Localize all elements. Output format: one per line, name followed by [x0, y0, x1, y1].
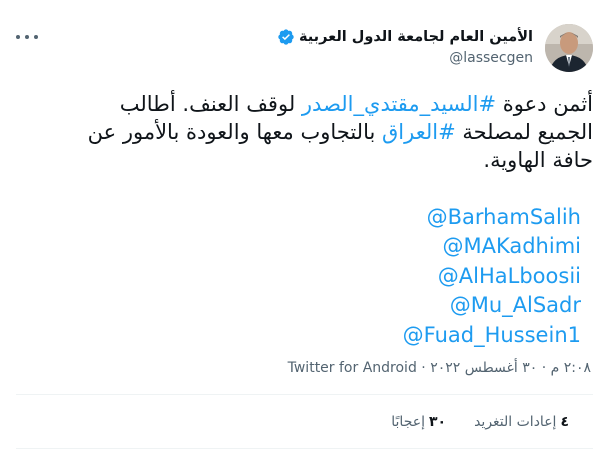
- mention-link[interactable]: @BarhamSalih: [403, 203, 581, 232]
- mention-link[interactable]: @Mu_AlSadr: [403, 291, 581, 320]
- avatar[interactable]: [545, 24, 593, 72]
- hashtag-link[interactable]: #العراق: [382, 120, 456, 144]
- mention-link[interactable]: @Fuad_Hussein1: [403, 321, 581, 350]
- mention-link[interactable]: @AlHaLboosii: [403, 262, 581, 291]
- divider: [16, 394, 593, 395]
- retweets-stat[interactable]: ٤إعادات التغريد: [474, 414, 569, 430]
- retweets-label: إعادات التغريد: [474, 414, 557, 430]
- likes-count: ٣٠: [428, 414, 447, 430]
- hashtag-link[interactable]: #السيد_مقتدي_الصدر: [302, 92, 496, 116]
- author-handle[interactable]: @lassecgen: [277, 50, 533, 66]
- retweets-count: ٤: [560, 414, 569, 430]
- tweet-header: الأمين العام لجامعة الدول العربية @lasse…: [277, 24, 593, 74]
- author-names: الأمين العام لجامعة الدول العربية @lasse…: [277, 24, 533, 66]
- likes-label: إعجابًا: [391, 414, 425, 430]
- tweet-text-part: أثمن دعوة: [496, 92, 593, 116]
- mention-link[interactable]: @MAKadhimi: [403, 232, 581, 261]
- verified-badge-icon: [277, 28, 295, 46]
- tweet-timestamp[interactable]: ٢:٠٨ م · ٣٠ أغسطس ٢٠٢٢ ·: [417, 360, 591, 376]
- tweet-stats: ٤إعادات التغريد ٣٠إعجابًا: [391, 414, 569, 430]
- tweet-source[interactable]: Twitter for Android: [288, 360, 417, 376]
- more-options-icon[interactable]: [16, 28, 38, 46]
- tweet-text: أثمن دعوة #السيد_مقتدي_الصدر لوقف العنف.…: [60, 90, 593, 174]
- tweet-meta: ٢:٠٨ م · ٣٠ أغسطس ٢٠٢٢ · Twitter for And…: [288, 360, 591, 376]
- likes-stat[interactable]: ٣٠إعجابًا: [391, 414, 446, 430]
- display-name[interactable]: الأمين العام لجامعة الدول العربية: [299, 29, 533, 45]
- mentions-list: @BarhamSalih @MAKadhimi @AlHaLboosii @Mu…: [403, 203, 581, 350]
- divider: [16, 448, 593, 449]
